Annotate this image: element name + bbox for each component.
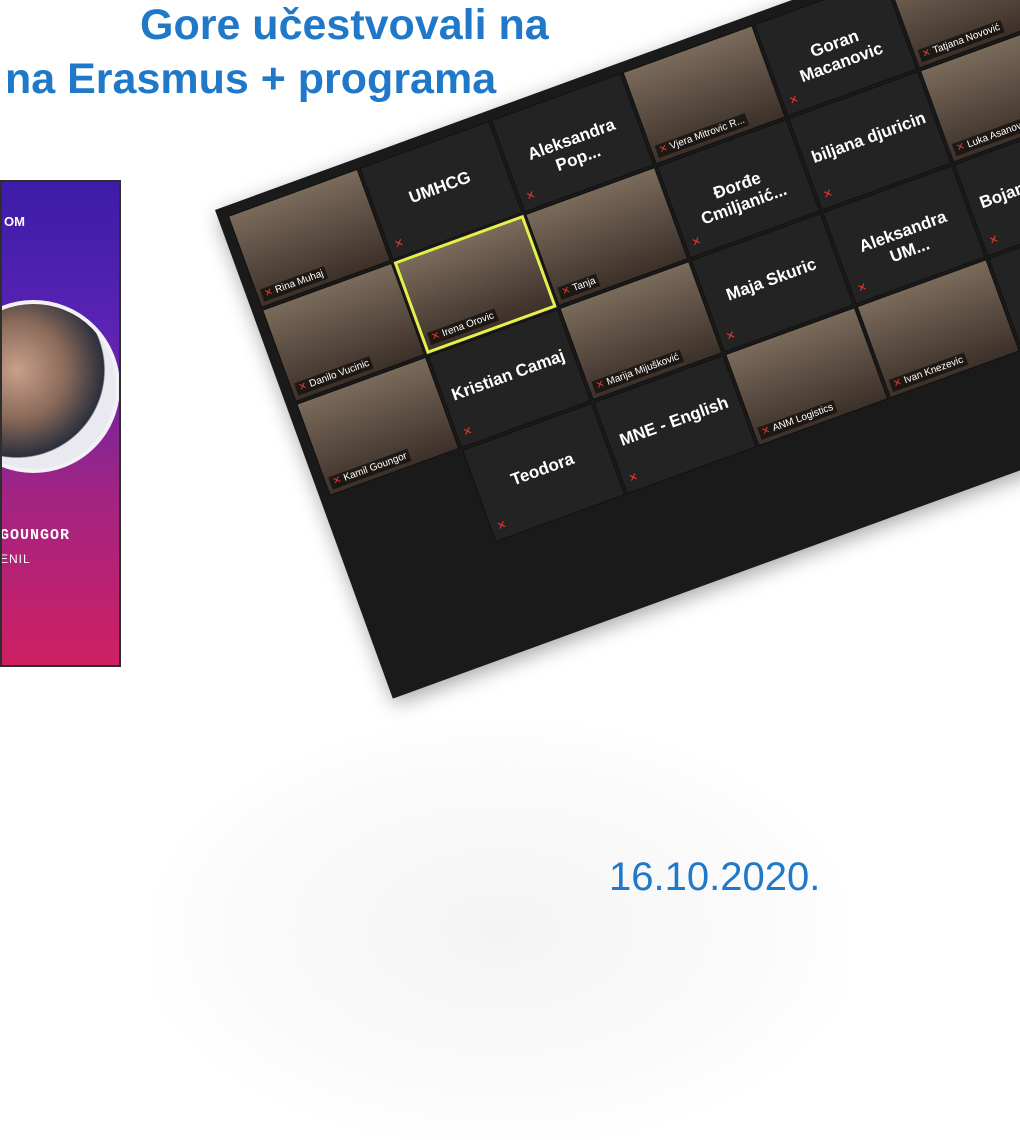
muted-mic-icon: ✕	[331, 474, 344, 488]
muted-mic-icon: ✕	[263, 286, 275, 300]
muted-mic-icon: ✕	[856, 281, 869, 296]
muted-mic-icon: ✕	[429, 330, 442, 344]
profile-name: GOUNGOR	[0, 527, 71, 544]
title-line-2: na Erasmus + programa	[5, 55, 497, 103]
muted-mic-icon: ✕	[690, 234, 704, 250]
muted-mic-icon: ✕	[724, 328, 738, 344]
title-line-1: Gore učestvovali na	[140, 1, 549, 49]
profile-subtitle: ENIL	[0, 552, 31, 566]
participant-name: Ivan Knezevic	[902, 354, 965, 387]
profile-photo	[2, 300, 119, 473]
muted-mic-icon: ✕	[955, 141, 967, 155]
muted-mic-icon: ✕	[891, 376, 904, 391]
participant-label: ✕ ANM Logistics	[757, 399, 838, 440]
event-date: 16.10.2020.	[609, 855, 821, 899]
muted-mic-icon: ✕	[627, 470, 640, 486]
muted-mic-icon: ✕	[987, 233, 1001, 248]
muted-mic-icon: ✕	[297, 380, 309, 394]
muted-mic-icon: ✕	[760, 424, 772, 438]
participant-name: Bojan Đorović	[977, 155, 1020, 213]
participant-name: Teodora	[508, 448, 577, 490]
background-watermark	[150, 720, 850, 1140]
muted-mic-icon: ✕	[657, 142, 670, 157]
muted-mic-icon: ✕	[787, 93, 801, 108]
muted-mic-icon: ✕	[821, 187, 835, 202]
muted-mic-icon: ✕	[495, 518, 509, 534]
participant-name: UMHCG	[406, 167, 474, 208]
profile-brand: OM	[4, 214, 25, 229]
participant-name: biljana djuricin	[809, 108, 929, 168]
muted-mic-icon: ✕	[524, 188, 538, 204]
participant-name: MNE - English	[616, 392, 731, 450]
muted-mic-icon: ✕	[461, 424, 475, 440]
muted-mic-icon: ✕	[920, 47, 933, 61]
muted-mic-icon: ✕	[392, 236, 406, 252]
participant-name: Kristian Camaj	[448, 345, 568, 405]
muted-mic-icon: ✕	[594, 378, 607, 392]
participant-name: Tanja	[571, 275, 598, 295]
participant-label: ✕ Ivan Knezevic	[888, 352, 969, 393]
profile-card: OM GOUNGOR ENIL	[0, 180, 121, 667]
muted-mic-icon: ✕	[560, 284, 573, 298]
participant-name: Maja Skuric	[723, 254, 819, 305]
participant-label: ✕ Kamil Goungor	[328, 448, 412, 490]
page-title: Gore učestvovali na na Erasmus + program…	[0, 0, 600, 106]
participant-name: Kamil Goungor	[342, 450, 409, 484]
participant-name: ANM Logistics	[771, 401, 835, 435]
